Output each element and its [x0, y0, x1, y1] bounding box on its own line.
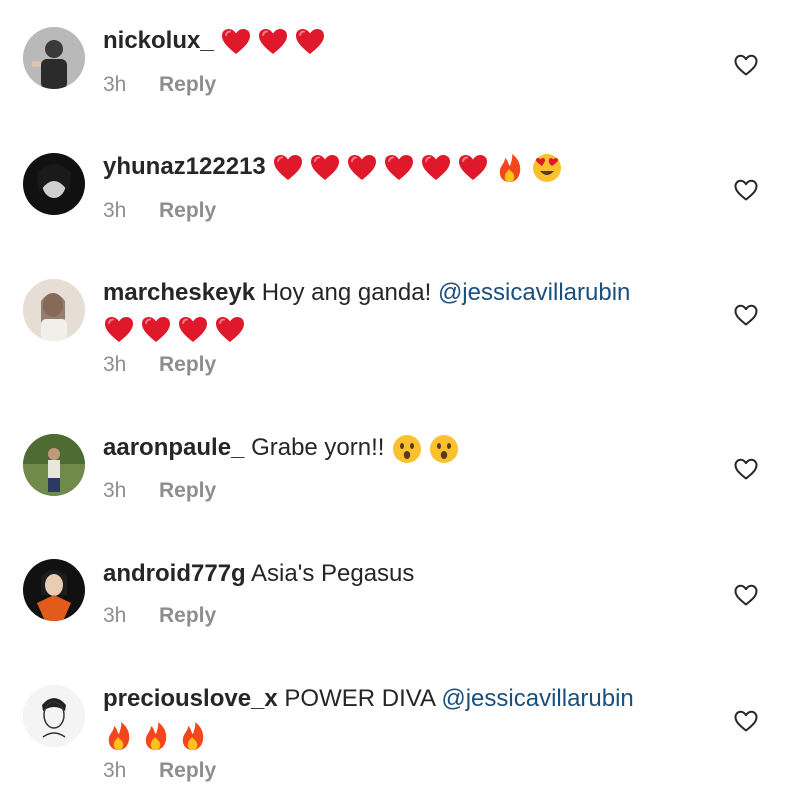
- heart-emoji-icon: [272, 152, 304, 184]
- heart-emoji-icon: [214, 314, 246, 346]
- comment-list: nickolux_ 3h Reply yhunaz122213 3h Reply m…: [0, 0, 800, 796]
- comment-time: 3h: [103, 199, 127, 222]
- fire-emoji-icon: [140, 720, 172, 752]
- heart-emoji-icon: [103, 314, 135, 346]
- reply-button[interactable]: Reply: [159, 759, 216, 782]
- reply-button[interactable]: Reply: [159, 73, 216, 96]
- comment-username[interactable]: preciouslove_x: [103, 685, 278, 712]
- comment-username[interactable]: nickolux_: [103, 27, 214, 54]
- heart-emoji-icon: [294, 26, 326, 58]
- avatar[interactable]: [23, 27, 85, 89]
- reply-button[interactable]: Reply: [159, 199, 216, 222]
- reply-button[interactable]: Reply: [159, 604, 216, 627]
- like-heart-icon[interactable]: [733, 177, 759, 203]
- avatar[interactable]: [23, 279, 85, 341]
- comment-text: Asia's Pegasus: [251, 560, 415, 587]
- heart-emoji-icon: [220, 26, 252, 58]
- surprised-emoji-icon: [391, 433, 423, 465]
- avatar[interactable]: [23, 559, 85, 621]
- heart-emoji-icon: [309, 152, 341, 184]
- fire-emoji-icon: [177, 720, 209, 752]
- like-heart-icon[interactable]: [733, 302, 759, 328]
- like-heart-icon[interactable]: [733, 708, 759, 734]
- reply-button[interactable]: Reply: [159, 353, 216, 376]
- like-heart-icon[interactable]: [733, 52, 759, 78]
- comment-time: 3h: [103, 73, 127, 96]
- surprised-emoji-icon: [428, 433, 460, 465]
- comment-text: Grabe yorn!!: [251, 434, 385, 461]
- comment-username[interactable]: yhunaz122213: [103, 153, 266, 180]
- comment-emojis: [391, 432, 465, 466]
- comment-emojis: [103, 719, 214, 753]
- like-heart-icon[interactable]: [733, 456, 759, 482]
- heart-emoji-icon: [420, 152, 452, 184]
- comment-username[interactable]: marcheskeyk: [103, 279, 255, 306]
- comment-time: 3h: [103, 353, 127, 376]
- like-heart-icon[interactable]: [733, 582, 759, 608]
- mention-link[interactable]: @jessicavillarubin: [441, 685, 633, 712]
- heart-emoji-icon: [383, 152, 415, 184]
- heart-eyes-emoji-icon: [531, 152, 563, 184]
- avatar[interactable]: [23, 153, 85, 215]
- avatar[interactable]: [23, 434, 85, 496]
- fire-emoji-icon: [494, 152, 526, 184]
- comment-username[interactable]: aaronpaule_: [103, 434, 244, 461]
- comment-time: 3h: [103, 759, 127, 782]
- comment-emojis: [272, 151, 568, 185]
- comment-time: 3h: [103, 479, 127, 502]
- reply-button[interactable]: Reply: [159, 479, 216, 502]
- comment-emojis: [220, 25, 331, 59]
- comment-username[interactable]: android777g: [103, 560, 246, 587]
- heart-emoji-icon: [457, 152, 489, 184]
- heart-emoji-icon: [257, 26, 289, 58]
- mention-link[interactable]: @jessicavillarubin: [438, 279, 630, 306]
- heart-emoji-icon: [346, 152, 378, 184]
- fire-emoji-icon: [103, 720, 135, 752]
- heart-emoji-icon: [140, 314, 172, 346]
- avatar[interactable]: [23, 685, 85, 747]
- heart-emoji-icon: [177, 314, 209, 346]
- comment-text: Hoy ang ganda!: [261, 279, 432, 306]
- comment-time: 3h: [103, 604, 127, 627]
- comment-text: POWER DIVA: [284, 685, 435, 712]
- comment-emojis: [103, 313, 251, 347]
